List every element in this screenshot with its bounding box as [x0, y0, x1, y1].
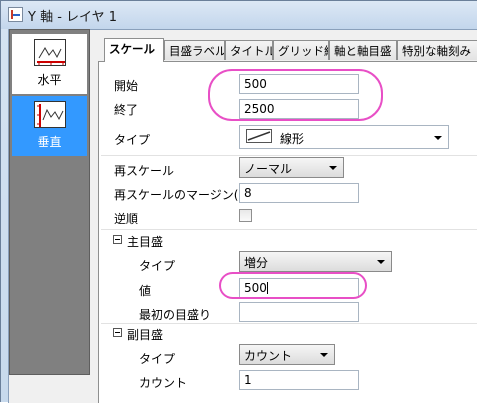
tab-title[interactable]: タイトル	[225, 40, 273, 60]
dialog-window: Y 軸 - レイヤ 1 水平 垂直 スケール 目盛ラベル タイトル グリッド 軸…	[0, 0, 477, 403]
major-value-label: 値	[139, 284, 152, 298]
scale-type-label: タイプ	[114, 133, 151, 147]
rescale-value: ノーマル	[244, 162, 293, 176]
major-type-label: タイプ	[139, 259, 176, 273]
axis-item-horizontal[interactable]: 水平	[12, 34, 87, 94]
linear-scale-icon	[246, 129, 272, 143]
chevron-down-icon	[329, 166, 337, 170]
axis-selector-panel: 水平 垂直	[9, 29, 90, 375]
minor-count-input[interactable]: 1	[239, 370, 359, 390]
from-label: 開始	[114, 79, 139, 93]
major-type-value: 増分	[244, 256, 269, 270]
rescale-label: 再スケール	[114, 164, 175, 178]
collapse-icon[interactable]	[113, 328, 122, 337]
reverse-label: 逆順	[114, 212, 139, 226]
title-bar[interactable]: Y 軸 - レイヤ 1	[1, 1, 477, 29]
minor-type-dropdown[interactable]: カウント	[239, 344, 335, 365]
tab-axis-ticks[interactable]: 軸と軸目盛	[329, 40, 397, 60]
chevron-down-icon	[434, 136, 442, 140]
collapse-icon[interactable]	[113, 235, 122, 244]
chevron-down-icon	[377, 260, 385, 264]
scale-type-value: 線形	[280, 132, 305, 146]
rescale-margin-label: 再スケールのマージン(%)	[114, 188, 255, 202]
axis-item-label: 水平	[37, 73, 62, 87]
tab-scale[interactable]: スケール	[104, 38, 164, 62]
rescale-dropdown[interactable]: ノーマル	[239, 157, 344, 178]
tab-special-ticks[interactable]: 特別な軸刻み	[397, 40, 477, 60]
major-value-input[interactable]: 500	[239, 278, 359, 298]
major-type-dropdown[interactable]: 増分	[239, 251, 392, 272]
to-input[interactable]: 2500	[239, 99, 359, 119]
scale-type-dropdown[interactable]: 線形	[239, 125, 449, 149]
vertical-axis-icon	[34, 101, 66, 128]
axis-item-vertical[interactable]: 垂直	[12, 96, 87, 156]
window-title: Y 軸 - レイヤ 1	[28, 10, 118, 25]
tab-grid-lines[interactable]: グリッド線	[273, 40, 329, 60]
rescale-margin-input[interactable]: 8	[239, 183, 359, 203]
minor-type-value: カウント	[244, 349, 293, 363]
first-tick-label: 最初の目盛り	[139, 308, 212, 322]
first-tick-input[interactable]	[239, 302, 359, 322]
major-value-text: 500	[244, 281, 267, 295]
from-input[interactable]: 500	[239, 74, 359, 94]
major-ticks-header: 主目盛	[127, 235, 164, 249]
horizontal-axis-icon	[34, 39, 66, 66]
minor-type-label: タイプ	[139, 352, 176, 366]
reverse-checkbox[interactable]	[239, 209, 252, 222]
to-label: 終了	[114, 103, 139, 117]
tab-tick-labels[interactable]: 目盛ラベル	[164, 40, 225, 60]
app-icon	[8, 7, 23, 22]
chevron-down-icon	[320, 353, 328, 357]
minor-ticks-header: 副目盛	[127, 328, 164, 342]
axis-item-label: 垂直	[37, 135, 62, 149]
minor-count-label: カウント	[139, 376, 188, 390]
